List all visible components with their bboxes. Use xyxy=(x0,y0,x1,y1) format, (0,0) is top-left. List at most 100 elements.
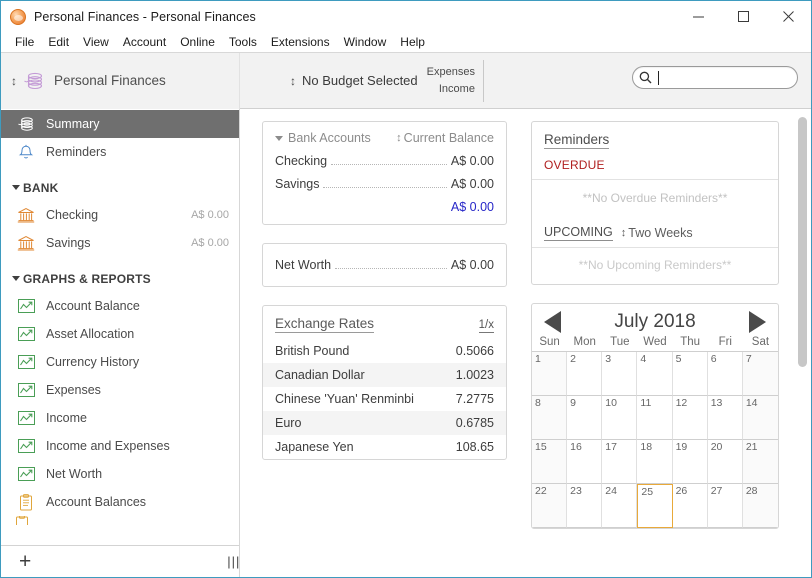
sidebar-item-asset-allocation[interactable]: Asset Allocation xyxy=(1,320,239,348)
exchange-rate-row[interactable]: Japanese Yen 108.65 xyxy=(263,435,506,459)
updown-spinner-icon-budget[interactable]: ↕ xyxy=(290,75,295,87)
bank-account-row-savings[interactable]: Savings A$ 0.00 xyxy=(275,177,494,191)
calendar-cell[interactable]: 17 xyxy=(602,440,637,484)
triangle-down-icon-bank-card[interactable] xyxy=(275,136,283,141)
reminders-upcoming-header: UPCOMING ↕ Two Weeks xyxy=(532,225,778,248)
reminders-period-selector[interactable]: ↕ Two Weeks xyxy=(621,226,693,240)
sidebar-item-checking[interactable]: Checking A$ 0.00 xyxy=(1,201,239,229)
calendar-cell[interactable]: 18 xyxy=(637,440,672,484)
menu-view[interactable]: View xyxy=(76,34,116,50)
calendar-cell[interactable]: 27 xyxy=(708,484,743,528)
sidebar-footer: + ||| xyxy=(1,545,239,577)
calendar-cell[interactable]: 26 xyxy=(673,484,708,528)
calendar-header: July 2018 xyxy=(532,310,778,335)
menu-extensions[interactable]: Extensions xyxy=(264,34,337,50)
triangle-down-icon-bank xyxy=(12,185,20,190)
sidebar-item-label-asset-allocation: Asset Allocation xyxy=(46,327,134,341)
toolbar: ↕ Personal Finances ↕ No Budget Selected xyxy=(1,53,811,109)
menu-window[interactable]: Window xyxy=(337,34,394,50)
reminders-title[interactable]: Reminders xyxy=(544,132,609,149)
menu-tools[interactable]: Tools xyxy=(222,34,264,50)
budget-selector[interactable]: ↕ No Budget Selected xyxy=(290,73,418,88)
file-name-label: Personal Finances xyxy=(54,73,166,88)
search-container xyxy=(632,66,798,89)
calendar-cell[interactable]: 6 xyxy=(708,352,743,396)
calendar-cell[interactable]: 1 xyxy=(532,352,567,396)
exchange-rate-row[interactable]: Euro 0.6785 xyxy=(263,411,506,435)
sidebar-item-income[interactable]: Income xyxy=(1,404,239,432)
sidebar-group-bank[interactable]: BANK xyxy=(1,174,239,201)
resize-grip[interactable]: ||| xyxy=(227,554,240,569)
calendar-cell[interactable]: 14 xyxy=(743,396,778,440)
search-box[interactable] xyxy=(632,66,798,89)
sidebar-item-summary[interactable]: Summary xyxy=(1,110,239,138)
content-scrollbar-thumb[interactable] xyxy=(798,117,807,367)
sidebar-item-partial-cutoff[interactable] xyxy=(1,516,239,525)
exchange-rate-row[interactable]: Canadian Dollar 1.0023 xyxy=(263,363,506,387)
calendar-cell[interactable]: 12 xyxy=(673,396,708,440)
reminders-upcoming-label[interactable]: UPCOMING xyxy=(544,225,613,241)
currency-name: Euro xyxy=(275,416,301,430)
calendar-cell[interactable]: 20 xyxy=(708,440,743,484)
menu-edit[interactable]: Edit xyxy=(41,34,76,50)
calendar-cell[interactable]: 22 xyxy=(532,484,567,528)
exchange-rate-row[interactable]: Chinese 'Yuan' Renminbi 7.2775 xyxy=(263,387,506,411)
file-selector[interactable]: ↕ Personal Finances xyxy=(1,53,240,109)
calendar-cell[interactable]: 28 xyxy=(743,484,778,528)
calendar-cell[interactable]: 8 xyxy=(532,396,567,440)
bank-account-row-checking[interactable]: Checking A$ 0.00 xyxy=(275,154,494,168)
calendar-cell[interactable]: 23 xyxy=(567,484,602,528)
calendar-cell[interactable]: 7 xyxy=(743,352,778,396)
currency-name: British Pound xyxy=(275,344,349,358)
menu-online[interactable]: Online xyxy=(173,34,222,50)
exchange-rates-title[interactable]: Exchange Rates xyxy=(275,316,374,333)
sidebar-item-reminders[interactable]: Reminders xyxy=(1,138,239,166)
calendar-cell[interactable]: 11 xyxy=(637,396,672,440)
report-icon-partial xyxy=(15,516,29,525)
calendar-cell[interactable]: 2 xyxy=(567,352,602,396)
sidebar-item-expenses[interactable]: Expenses xyxy=(1,376,239,404)
calendar-cell[interactable]: 13 xyxy=(708,396,743,440)
sidebar-item-currency-history[interactable]: Currency History xyxy=(1,348,239,376)
calendar-cell[interactable]: 19 xyxy=(673,440,708,484)
income-label[interactable]: Income xyxy=(439,81,475,98)
calendar-cell[interactable]: 3 xyxy=(602,352,637,396)
exchange-rates-invert-toggle[interactable]: 1/x xyxy=(479,319,494,333)
sidebar-item-account-balance[interactable]: Account Balance xyxy=(1,292,239,320)
add-account-button[interactable]: + xyxy=(19,551,31,572)
right-triangle-icon[interactable] xyxy=(749,311,766,333)
updown-spinner-icon[interactable]: ↕ xyxy=(11,75,16,87)
calendar-cell-today[interactable]: 25 xyxy=(637,484,672,528)
minimize-button[interactable] xyxy=(676,1,721,32)
menu-file[interactable]: File xyxy=(8,34,41,50)
sidebar-item-income-and-expenses[interactable]: Income and Expenses xyxy=(1,432,239,460)
maximize-button[interactable] xyxy=(721,1,766,32)
exchange-rate-row[interactable]: British Pound 0.5066 xyxy=(263,339,506,363)
sidebar-item-net-worth[interactable]: Net Worth xyxy=(1,460,239,488)
sidebar-item-account-balances[interactable]: Account Balances xyxy=(1,488,239,516)
calendar-cell[interactable]: 4 xyxy=(637,352,672,396)
calendar-cell[interactable]: 24 xyxy=(602,484,637,528)
calendar-cell[interactable]: 15 xyxy=(532,440,567,484)
bank-account-name-checking: Checking xyxy=(275,154,327,168)
content-scrollbar[interactable] xyxy=(796,109,810,577)
calendar-cell[interactable]: 10 xyxy=(602,396,637,440)
sidebar-group-graphs-reports[interactable]: GRAPHS & REPORTS xyxy=(1,265,239,292)
calendar-cell[interactable]: 16 xyxy=(567,440,602,484)
expenses-label[interactable]: Expenses xyxy=(427,64,475,81)
calendar-cell[interactable]: 21 xyxy=(743,440,778,484)
balance-mode-selector[interactable]: ↕ Current Balance xyxy=(396,131,494,145)
expenses-income-toggle[interactable]: Expenses Income xyxy=(427,60,484,102)
net-worth-row[interactable]: Net Worth A$ 0.00 xyxy=(275,258,494,272)
menu-help[interactable]: Help xyxy=(393,34,432,50)
calendar-cell[interactable]: 5 xyxy=(673,352,708,396)
menu-account[interactable]: Account xyxy=(116,34,173,50)
search-input[interactable] xyxy=(656,71,786,85)
bell-icon xyxy=(15,143,37,161)
currency-rate: 7.2775 xyxy=(456,392,494,406)
sidebar-item-savings[interactable]: Savings A$ 0.00 xyxy=(1,229,239,257)
close-button[interactable] xyxy=(766,1,811,32)
calendar-cell[interactable]: 9 xyxy=(567,396,602,440)
left-triangle-icon[interactable] xyxy=(544,311,561,333)
content-column-right: Reminders OVERDUE **No Overdue Reminders… xyxy=(531,121,779,577)
